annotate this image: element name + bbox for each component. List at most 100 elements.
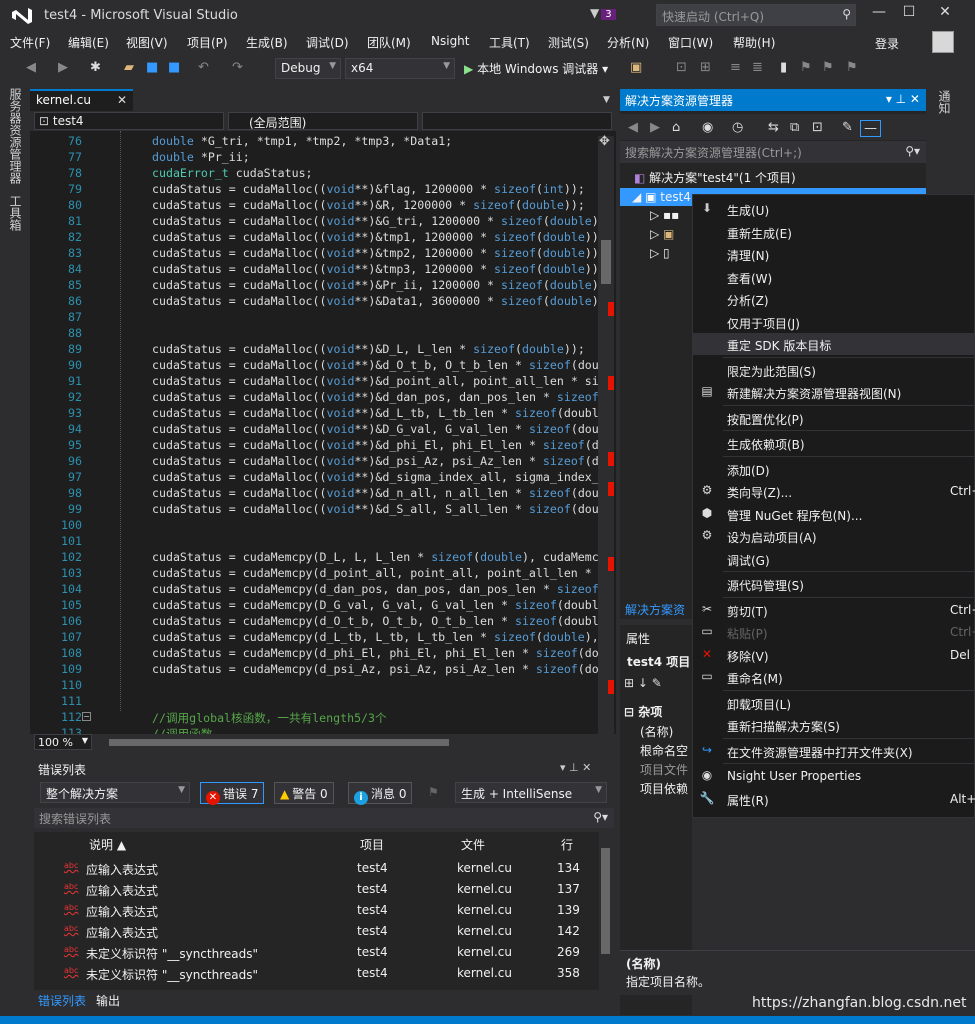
- context-menu-item[interactable]: 卸载项目(L): [693, 692, 975, 714]
- split-icon[interactable]: ✥: [599, 134, 610, 149]
- vs-icon[interactable]: ◉: [702, 120, 713, 135]
- context-menu-item[interactable]: 生成依赖项(B): [693, 432, 975, 454]
- code-line[interactable]: cudaStatus = cudaMalloc((void**)&d_sigma…: [152, 470, 599, 484]
- context-menu-item[interactable]: ⚙ 设为启动项目(A): [693, 525, 975, 547]
- menu-view[interactable]: 视图(V): [126, 34, 168, 51]
- server-explorer-tab[interactable]: 服务器资源管理器: [7, 88, 24, 184]
- start-debug-button[interactable]: ▶ 本地 Windows 调试器 ▾: [464, 60, 608, 77]
- categorized-icon[interactable]: ⊞ ↓ ✎: [624, 676, 662, 690]
- prop-name[interactable]: (名称): [640, 723, 673, 740]
- comment-icon[interactable]: ≡: [730, 60, 741, 75]
- solution-explorer-footer-tab[interactable]: 解决方案资: [620, 598, 692, 618]
- tab-output[interactable]: 输出: [96, 992, 120, 1009]
- context-menu-item[interactable]: 源代码管理(S): [693, 573, 975, 595]
- save-icon[interactable]: ■: [146, 60, 158, 75]
- column-description[interactable]: 说明 ▲: [89, 836, 126, 853]
- code-line[interactable]: cudaStatus = cudaMalloc((void**)&D_L, L_…: [152, 342, 585, 356]
- sync-icon[interactable]: ⇆: [768, 120, 779, 135]
- code-line[interactable]: cudaStatus = cudaMalloc((void**)&D_G_val…: [152, 422, 599, 436]
- tab-kernel-cu[interactable]: kernel.cu ✕: [30, 89, 133, 111]
- prop-project-file[interactable]: 项目文件: [640, 761, 688, 778]
- solution-search-input[interactable]: 搜索解决方案资源管理器(Ctrl+;) ⚲▾: [620, 141, 926, 163]
- code-line[interactable]: cudaStatus = cudaMalloc((void**)&d_S_all…: [152, 502, 599, 516]
- solution-node[interactable]: ◧ 解决方案"test4"(1 个项目): [634, 169, 796, 186]
- error-row[interactable]: abc 未定义标识符 "__syncthreads" test4 kernel.cu 3…: [34, 963, 599, 984]
- error-marker[interactable]: [608, 482, 614, 496]
- code-line[interactable]: cudaStatus = cudaMalloc((void**)&tmp1, 1…: [152, 230, 606, 244]
- login-link[interactable]: 登录: [875, 35, 899, 52]
- code-line[interactable]: double *Pr_ii;: [152, 150, 250, 164]
- context-menu-item[interactable]: ⚙ 类向导(Z)... Ctrl+: [693, 480, 975, 502]
- context-menu-item[interactable]: 调试(G): [693, 548, 975, 570]
- menu-project[interactable]: 项目(P): [187, 34, 228, 51]
- code-line[interactable]: cudaStatus = cudaMalloc((void**)&d_dan_p…: [152, 390, 599, 404]
- back-icon[interactable]: ◀: [26, 60, 36, 75]
- code-line[interactable]: cudaStatus = cudaMalloc((void**)&G_tri, …: [152, 214, 613, 228]
- scrollbar-thumb[interactable]: [601, 848, 610, 954]
- zoom-select[interactable]: 100 % ▼: [34, 734, 92, 750]
- bookmark-next-icon[interactable]: ⚑: [822, 60, 834, 75]
- error-scope-select[interactable]: 整个解决方案 ▼: [40, 782, 190, 803]
- column-line[interactable]: 行: [561, 836, 573, 853]
- error-row[interactable]: abc 应输入表达式 test4 kernel.cu 142: [34, 921, 599, 942]
- code-line[interactable]: cudaStatus = cudaMemcpy(D_G_val, G_val, …: [152, 598, 599, 612]
- tab-error-list[interactable]: 错误列表: [38, 992, 86, 1009]
- context-menu-item[interactable]: 添加(D): [693, 458, 975, 480]
- quick-launch-input[interactable]: 快速启动 (Ctrl+Q) ⚲: [656, 4, 856, 26]
- project-node[interactable]: ◢ ▣ test4: [632, 190, 691, 204]
- prop-root-namespace[interactable]: 根命名空: [640, 742, 688, 759]
- member-select[interactable]: [422, 112, 612, 130]
- undo-icon[interactable]: ↶: [198, 60, 209, 75]
- error-row[interactable]: abc 应输入表达式 test4 kernel.cu 137: [34, 879, 599, 900]
- code-line[interactable]: //调用global核函数，一共有length5/3个: [152, 710, 387, 726]
- context-menu-item[interactable]: ▤ 新建解决方案资源管理器视图(N): [693, 381, 975, 403]
- code-line[interactable]: cudaStatus = cudaMalloc((void**)&d_n_all…: [152, 486, 599, 500]
- code-line[interactable]: cudaStatus = cudaMalloc((void**)&Data1, …: [152, 294, 613, 308]
- context-menu-item[interactable]: ▭ 重命名(M): [693, 666, 975, 688]
- messages-filter-button[interactable]: i 消息 0: [348, 782, 413, 805]
- context-menu-item[interactable]: ✂ 剪切(T) Ctrl+: [693, 599, 975, 621]
- platform-select[interactable]: x64 ▼: [345, 58, 455, 79]
- collapse-icon[interactable]: −: [82, 712, 91, 721]
- notifications-tab[interactable]: 通知: [936, 90, 953, 114]
- menu-file[interactable]: 文件(F): [10, 34, 50, 51]
- preview-icon[interactable]: —: [860, 120, 881, 137]
- context-menu-item[interactable]: 重新扫描解决方案(S): [693, 714, 975, 736]
- toolbar-icon[interactable]: ⊡: [676, 60, 687, 75]
- toolbox-tab[interactable]: 工具箱: [7, 195, 24, 231]
- toolbar-icon[interactable]: ⊞: [700, 60, 711, 75]
- tree-item-external-deps[interactable]: ▷ ▣: [650, 227, 674, 241]
- menu-team[interactable]: 团队(M): [367, 34, 411, 51]
- error-row[interactable]: abc 应输入表达式 test4 kernel.cu 139: [34, 900, 599, 921]
- code-line[interactable]: cudaStatus = cudaMemcpy(d_psi_Az, psi_Az…: [152, 662, 599, 676]
- context-menu-item[interactable]: ▭ 粘贴(P) Ctrl+: [693, 621, 975, 643]
- context-menu-item[interactable]: ✕ 移除(V) Del: [693, 644, 975, 666]
- error-marker[interactable]: [608, 680, 614, 694]
- code-line[interactable]: cudaStatus = cudaMalloc((void**)&d_L_tb,…: [152, 406, 599, 420]
- code-editor[interactable]: 76 double *G_tri, *tmp1, *tmp2, *tmp3, *D…: [30, 131, 616, 734]
- code-line[interactable]: //调用函数: [152, 726, 212, 734]
- home-icon[interactable]: ⌂: [672, 120, 680, 135]
- context-menu-item[interactable]: 重新生成(E): [693, 221, 975, 243]
- code-line[interactable]: cudaStatus = cudaMalloc((void**)&d_O_t_b…: [152, 358, 599, 372]
- scrollbar-thumb[interactable]: [601, 240, 611, 284]
- context-menu-item[interactable]: ◉ Nsight User Properties: [693, 765, 975, 787]
- context-menu-item[interactable]: 🔧 属性(R) Alt+: [693, 788, 975, 810]
- context-menu-item[interactable]: 限定为此范围(S): [693, 359, 975, 381]
- menu-nsight[interactable]: Nsight: [431, 34, 470, 48]
- errors-filter-button[interactable]: ✕ 错误 7: [200, 782, 265, 805]
- back-icon[interactable]: ◀: [628, 120, 638, 135]
- notifications-button[interactable]: ▼ 3: [590, 6, 616, 20]
- horizontal-scrollbar-thumb[interactable]: [109, 739, 449, 746]
- close-button[interactable]: ✕: [930, 4, 960, 26]
- code-line[interactable]: cudaStatus = cudaMemcpy(D_L, L, L_len * …: [152, 550, 599, 564]
- prop-project-deps[interactable]: 项目依赖: [640, 780, 688, 797]
- attach-icon[interactable]: ▣: [630, 60, 642, 75]
- scope-select[interactable]: (全局范围): [228, 112, 418, 130]
- build-filter-select[interactable]: 生成 + IntelliSense ▼: [455, 782, 607, 803]
- context-menu-item[interactable]: 分析(Z): [693, 288, 975, 310]
- menu-tools[interactable]: 工具(T): [489, 34, 530, 51]
- pending-changes-icon[interactable]: ◷: [732, 120, 743, 135]
- filter-icon[interactable]: ⚑: [428, 785, 439, 799]
- code-line[interactable]: cudaStatus = cudaMemcpy(d_O_t_b, O_t_b, …: [152, 614, 599, 628]
